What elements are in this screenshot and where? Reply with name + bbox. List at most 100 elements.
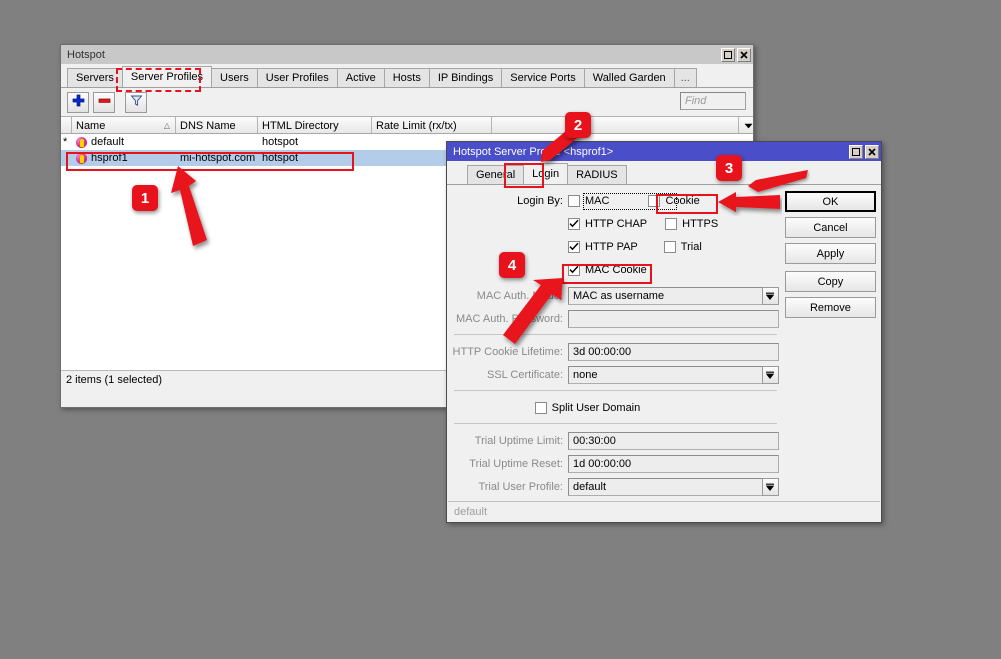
trial-user-profile-value[interactable]: default	[568, 478, 762, 496]
minus-icon	[98, 94, 111, 110]
table-header-dns-name[interactable]: DNS Name	[176, 117, 258, 133]
split-user-domain-checkbox[interactable]: Split User Domain	[535, 402, 641, 414]
ssl-certificate-combo[interactable]: none	[568, 366, 779, 384]
https-checkbox-label: HTTPS	[682, 218, 718, 230]
hotspot-window-title: Hotspot	[67, 49, 721, 61]
tab-login[interactable]: Login	[523, 163, 568, 184]
check-icon	[569, 242, 579, 251]
trial-checkbox-box[interactable]	[664, 241, 676, 253]
tab-hosts[interactable]: Hosts	[384, 68, 430, 87]
ssl-certificate-value[interactable]: none	[568, 366, 762, 384]
tab-active[interactable]: Active	[337, 68, 385, 87]
search-input[interactable]: Find	[680, 92, 746, 110]
tab-servers[interactable]: Servers	[67, 68, 123, 87]
mac-cookie-checkbox[interactable]: MAC Cookie	[568, 264, 647, 276]
remove-button[interactable]: Remove	[785, 297, 876, 318]
tab-walled-garden[interactable]: Walled Garden	[584, 68, 675, 87]
login-by-label: Login By:	[452, 195, 568, 207]
mac-auth-password-row: MAC Auth. Password:	[452, 309, 779, 328]
http-cookie-lifetime-input[interactable]: 3d 00:00:00	[568, 343, 779, 361]
cancel-button[interactable]: Cancel	[785, 217, 876, 238]
hotspot-window-buttons	[721, 48, 751, 62]
ssl-certificate-label: SSL Certificate:	[452, 369, 568, 381]
maximize-restore-icon[interactable]	[721, 48, 735, 62]
split-user-domain-row: Split User Domain	[452, 398, 779, 417]
close-icon[interactable]	[865, 145, 879, 159]
dialog-titlebar[interactable]: Hotspot Server Profile <hsprof1>	[447, 142, 881, 161]
hotspot-titlebar[interactable]: Hotspot	[61, 45, 753, 64]
dropdown-arrow-icon[interactable]	[762, 478, 779, 496]
dropdown-arrow-icon[interactable]	[762, 366, 779, 384]
http-chap-checkbox[interactable]: HTTP CHAP	[568, 218, 647, 230]
annotation-badge-2: 2	[565, 112, 591, 138]
hotspot-profile-icon	[76, 137, 87, 148]
check-icon	[569, 219, 579, 228]
trial-user-profile-combo[interactable]: default	[568, 478, 779, 496]
hotspot-tabstrip: Servers Server Profiles Users User Profi…	[61, 64, 753, 88]
cookie-checkbox-label: Cookie	[665, 195, 699, 207]
http-cookie-lifetime-label: HTTP Cookie Lifetime:	[452, 346, 568, 358]
cookie-checkbox[interactable]: Cookie	[648, 195, 699, 207]
annotation-badge-1: 1	[132, 185, 158, 211]
split-user-domain-checkbox-label: Split User Domain	[552, 402, 641, 414]
mac-auth-mode-value[interactable]: MAC as username	[568, 287, 762, 305]
maximize-restore-icon[interactable]	[849, 145, 863, 159]
http-chap-checkbox-label: HTTP CHAP	[585, 218, 647, 230]
copy-button[interactable]: Copy	[785, 271, 876, 292]
tab-radius[interactable]: RADIUS	[567, 165, 627, 184]
cookie-checkbox-box[interactable]	[648, 195, 660, 207]
dialog-window-buttons	[849, 145, 879, 159]
sort-ascending-icon: △	[164, 121, 170, 130]
dialog-body: Login By: MAC Cookie HTTP	[447, 185, 881, 500]
close-icon[interactable]	[737, 48, 751, 62]
table-header-rate-limit[interactable]: Rate Limit (rx/tx)	[372, 117, 492, 133]
add-button[interactable]	[67, 92, 89, 113]
trial-uptime-reset-input[interactable]: 1d 00:00:00	[568, 455, 779, 473]
http-chap-row: HTTP CHAP HTTPS	[452, 214, 779, 233]
split-user-domain-checkbox-box[interactable]	[535, 402, 547, 414]
mac-auth-mode-combo[interactable]: MAC as username	[568, 287, 779, 305]
apply-button[interactable]: Apply	[785, 243, 876, 264]
ok-button[interactable]: OK	[785, 191, 876, 212]
table-header-row: Name △ DNS Name HTML Directory Rate Limi…	[61, 117, 753, 134]
mac-cookie-checkbox-box[interactable]	[568, 264, 580, 276]
mac-auth-password-input[interactable]	[568, 310, 779, 328]
table-header-name[interactable]: Name △	[72, 117, 176, 133]
column-menu-button[interactable]	[739, 117, 753, 133]
table-header-name-label: Name	[76, 120, 105, 132]
table-header-blank	[492, 117, 739, 133]
table-header-flag	[61, 117, 72, 133]
http-pap-checkbox[interactable]: HTTP PAP	[568, 241, 638, 253]
dialog-title: Hotspot Server Profile <hsprof1>	[453, 146, 849, 158]
filter-button[interactable]	[125, 92, 147, 113]
tab-server-profiles[interactable]: Server Profiles	[122, 66, 212, 87]
http-chap-checkbox-box[interactable]	[568, 218, 580, 230]
tab-service-ports[interactable]: Service Ports	[501, 68, 584, 87]
dropdown-arrow-icon[interactable]	[762, 287, 779, 305]
mac-auth-password-label: MAC Auth. Password:	[452, 313, 568, 325]
mac-auth-mode-row: MAC Auth. Mode: MAC as username	[452, 286, 779, 305]
tab-general[interactable]: General	[467, 165, 524, 184]
https-checkbox[interactable]: HTTPS	[665, 218, 718, 230]
row-name-label: default	[91, 136, 124, 148]
mac-checkbox[interactable]: MAC	[568, 195, 609, 207]
http-pap-checkbox-label: HTTP PAP	[585, 241, 638, 253]
table-header-html-directory[interactable]: HTML Directory	[258, 117, 372, 133]
tab-ip-bindings[interactable]: IP Bindings	[429, 68, 502, 87]
tab-users[interactable]: Users	[211, 68, 258, 87]
hotspot-server-profile-dialog: Hotspot Server Profile <hsprof1> General…	[446, 141, 882, 523]
trial-checkbox[interactable]: Trial	[664, 241, 702, 253]
row-dns-name: mi-hotspot.com	[176, 152, 258, 164]
http-pap-checkbox-box[interactable]	[568, 241, 580, 253]
tab-more[interactable]: ...	[674, 68, 697, 87]
trial-user-profile-label: Trial User Profile:	[452, 481, 568, 493]
https-checkbox-box[interactable]	[665, 218, 677, 230]
mac-checkbox-box[interactable]	[568, 195, 580, 207]
remove-button[interactable]	[93, 92, 115, 113]
trial-uptime-limit-input[interactable]: 00:30:00	[568, 432, 779, 450]
dialog-tabstrip: General Login RADIUS	[447, 161, 881, 185]
tab-user-profiles[interactable]: User Profiles	[257, 68, 338, 87]
row-name-label: hsprof1	[91, 152, 128, 164]
row-name: hsprof1	[72, 152, 176, 164]
row-html-directory: hotspot	[258, 152, 372, 164]
